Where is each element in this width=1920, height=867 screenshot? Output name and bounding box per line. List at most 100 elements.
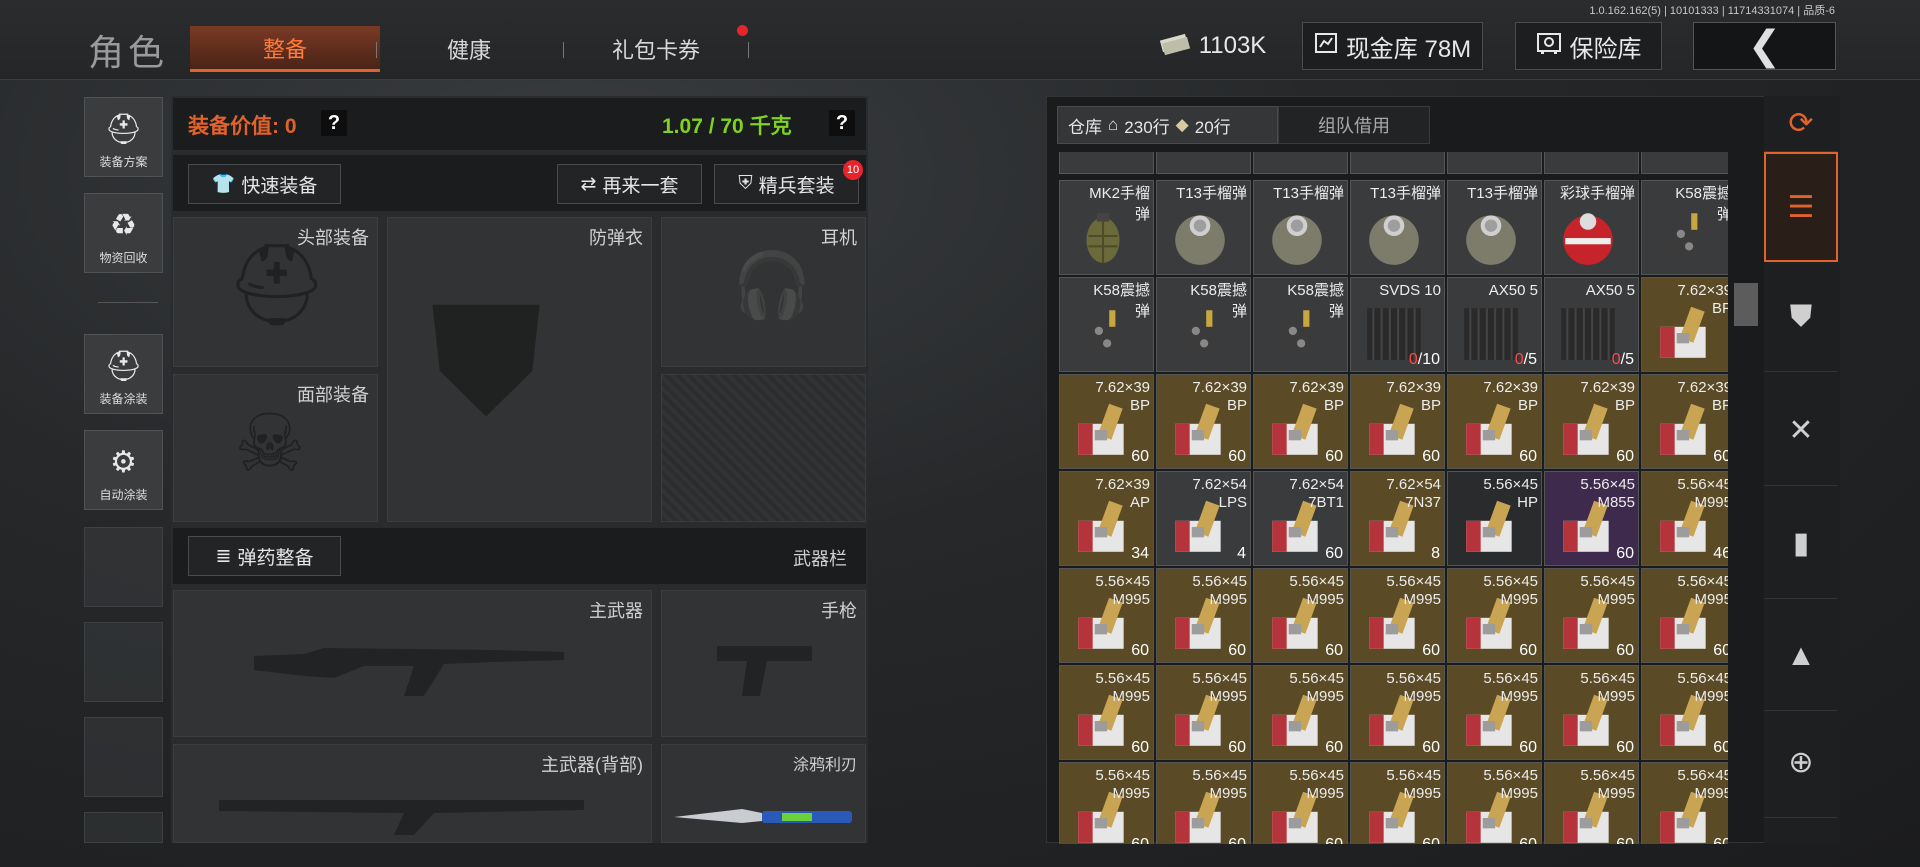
- weight-help-button[interactable]: ?: [829, 110, 855, 136]
- pistol-slot[interactable]: 手枪: [661, 590, 866, 737]
- warehouse-item[interactable]: 5.56×45M995 60: [1641, 762, 1728, 844]
- warehouse-item[interactable]: T13手榴弹: [1447, 180, 1542, 275]
- warehouse-item[interactable]: 7.62×39 AP 34: [1059, 471, 1154, 566]
- warehouse-item[interactable]: 5.56×45M995 60: [1156, 762, 1251, 844]
- scope-icon[interactable]: ⊕: [1764, 708, 1838, 818]
- tab-gift-cards[interactable]: 礼包卡券: [561, 26, 751, 72]
- warehouse-item[interactable]: K58震撼弹: [1641, 180, 1728, 275]
- earphone-slot[interactable]: 🎧 耳机: [661, 217, 866, 367]
- warehouse-item[interactable]: 7.62×39BP 60: [1447, 374, 1542, 469]
- warehouse-item[interactable]: AX50 5 0/5: [1544, 277, 1639, 372]
- ammo-equip-button[interactable]: ≣ 弹药整备: [188, 536, 341, 576]
- vest-icon[interactable]: ⛊: [1764, 262, 1838, 372]
- grid-cell-partial[interactable]: [1156, 152, 1251, 174]
- elite-set-button[interactable]: ⛨ 精兵套装: [714, 164, 859, 204]
- warehouse-item[interactable]: 5.56×45M995 60: [1447, 568, 1542, 663]
- warehouse-item[interactable]: AX50 5 0/5: [1447, 277, 1542, 372]
- cash-vault-button[interactable]: 现金库 78M: [1302, 22, 1483, 70]
- tab-equip[interactable]: 整备: [190, 26, 380, 72]
- head-slot[interactable]: ⛑ 头部装备: [173, 217, 378, 367]
- grid-cell-partial[interactable]: [1350, 152, 1445, 174]
- warehouse-item[interactable]: T13手榴弹: [1156, 180, 1251, 275]
- warehouse-item[interactable]: 7.62×39BP 60: [1350, 374, 1445, 469]
- warehouse-item[interactable]: 7.62×39BP 60: [1641, 374, 1728, 469]
- warehouse-item[interactable]: 5.56×45M995 60: [1156, 665, 1251, 760]
- warehouse-item[interactable]: 5.56×45 M855 60: [1544, 471, 1639, 566]
- warehouse-item[interactable]: 5.56×45M995 60: [1253, 762, 1348, 844]
- item-subname: M995: [1112, 785, 1150, 802]
- item-name: 5.56×45: [1483, 670, 1538, 687]
- warehouse-item[interactable]: 5.56×45M995 60: [1641, 665, 1728, 760]
- warehouse-item[interactable]: 5.56×45 HP: [1447, 471, 1542, 566]
- side-equip-plan-button[interactable]: ⛑ 装备方案: [84, 97, 163, 177]
- again-set-button[interactable]: ⇄ 再来一套: [557, 164, 702, 204]
- grid-cell-partial[interactable]: [1253, 152, 1348, 174]
- safe-vault-button[interactable]: 保险库: [1515, 22, 1662, 70]
- grid-cell-partial[interactable]: [1544, 152, 1639, 174]
- warehouse-item[interactable]: 7.62×54 7N37 8: [1350, 471, 1445, 566]
- team-borrow-tab[interactable]: 组队借用: [1278, 106, 1430, 144]
- back-weapon-slot[interactable]: 主武器(背部): [173, 744, 652, 843]
- item-count: 0/5: [1612, 351, 1634, 369]
- ammo-icon: [1266, 399, 1328, 461]
- stun-icon: [1169, 302, 1231, 364]
- warehouse-item[interactable]: 5.56×45M995 60: [1350, 568, 1445, 663]
- warehouse-scrollbar[interactable]: [1734, 283, 1758, 326]
- warehouse-item[interactable]: T13手榴弹: [1253, 180, 1348, 275]
- warehouse-item[interactable]: 5.56×45M995 60: [1253, 568, 1348, 663]
- layers-icon[interactable]: ☰: [1764, 152, 1838, 262]
- grid-cell-partial[interactable]: [1059, 152, 1154, 174]
- warehouse-item[interactable]: 7.62×39BP: [1641, 277, 1728, 372]
- warehouse-item[interactable]: 5.56×45M995 60: [1544, 568, 1639, 663]
- grid-cell-partial[interactable]: [1447, 152, 1542, 174]
- warehouse-item[interactable]: 7.62×39BP 60: [1253, 374, 1348, 469]
- warehouse-item[interactable]: 5.56×45M995 60: [1156, 568, 1251, 663]
- side-auto-paint-button[interactable]: ⚙ 自动涂装: [84, 430, 163, 510]
- side-recycle-button[interactable]: ♻ 物资回收: [84, 193, 163, 273]
- bullet-icon[interactable]: ▲: [1764, 601, 1838, 711]
- warehouse-item[interactable]: 5.56×45M995 60: [1544, 665, 1639, 760]
- warehouse-item[interactable]: 7.62×39BP 60: [1156, 374, 1251, 469]
- warehouse-item[interactable]: 7.62×39BP 60: [1544, 374, 1639, 469]
- warehouse-tab[interactable]: 仓库 ⌂ 230行 ◆ 20行: [1057, 106, 1278, 144]
- rifle-silhouette-icon: [254, 648, 564, 696]
- rifle-icon[interactable]: ✕: [1764, 376, 1838, 486]
- item-count: 60: [1713, 739, 1728, 757]
- main-weapon-slot[interactable]: 主武器: [173, 590, 652, 737]
- back-button[interactable]: ❮: [1693, 22, 1836, 70]
- warehouse-item[interactable]: T13手榴弹: [1350, 180, 1445, 275]
- warehouse-item[interactable]: 5.56×45M995 46: [1641, 471, 1728, 566]
- warehouse-item[interactable]: 5.56×45M995 60: [1350, 762, 1445, 844]
- mask-icon: ☠: [234, 399, 306, 488]
- warehouse-item[interactable]: K58震撼弹: [1059, 277, 1154, 372]
- warehouse-item[interactable]: 5.56×45M995 60: [1059, 762, 1154, 844]
- warehouse-item[interactable]: K58震撼弹: [1156, 277, 1251, 372]
- item-count-value: 60: [1519, 739, 1537, 756]
- warehouse-item[interactable]: 7.62×54 7BT1 60: [1253, 471, 1348, 566]
- warehouse-item[interactable]: 5.56×45M995 60: [1641, 568, 1728, 663]
- armor-slot[interactable]: ⛊ 防弹衣: [387, 217, 652, 522]
- warehouse-item[interactable]: K58震撼弹: [1253, 277, 1348, 372]
- warehouse-item[interactable]: 5.56×45M995 60: [1544, 762, 1639, 844]
- magazine-icon[interactable]: ▮: [1764, 489, 1838, 599]
- warehouse-item[interactable]: SVDS 10 0/10: [1350, 277, 1445, 372]
- tab-health[interactable]: 健康: [374, 26, 564, 72]
- warehouse-item[interactable]: 5.56×45M995 60: [1253, 665, 1348, 760]
- warehouse-item[interactable]: 5.56×45M995 60: [1059, 665, 1154, 760]
- grid-cell-partial[interactable]: [1641, 152, 1728, 174]
- side-paint-button[interactable]: ⛑ 装备涂装: [84, 334, 163, 414]
- value-help-button[interactable]: ?: [321, 110, 347, 136]
- warehouse-item[interactable]: 7.62×54 LPS 4: [1156, 471, 1251, 566]
- warehouse-item[interactable]: MK2手榴弹: [1059, 180, 1154, 275]
- item-count: 60: [1228, 448, 1246, 466]
- knife-slot[interactable]: 涂鸦利刃: [661, 744, 866, 843]
- stack-refresh-icon[interactable]: ⟳: [1764, 96, 1838, 152]
- face-slot[interactable]: ☠ 面部装备: [173, 374, 378, 522]
- quick-equip-button[interactable]: 👕 快速装备: [188, 164, 341, 204]
- warehouse-item[interactable]: 5.56×45M995 60: [1350, 665, 1445, 760]
- warehouse-item[interactable]: 5.56×45M995 60: [1447, 665, 1542, 760]
- warehouse-item[interactable]: 5.56×45M995 60: [1059, 568, 1154, 663]
- warehouse-item[interactable]: 5.56×45M995 60: [1447, 762, 1542, 844]
- warehouse-item[interactable]: 7.62×39BP 60: [1059, 374, 1154, 469]
- warehouse-item[interactable]: 彩球手榴弹: [1544, 180, 1639, 275]
